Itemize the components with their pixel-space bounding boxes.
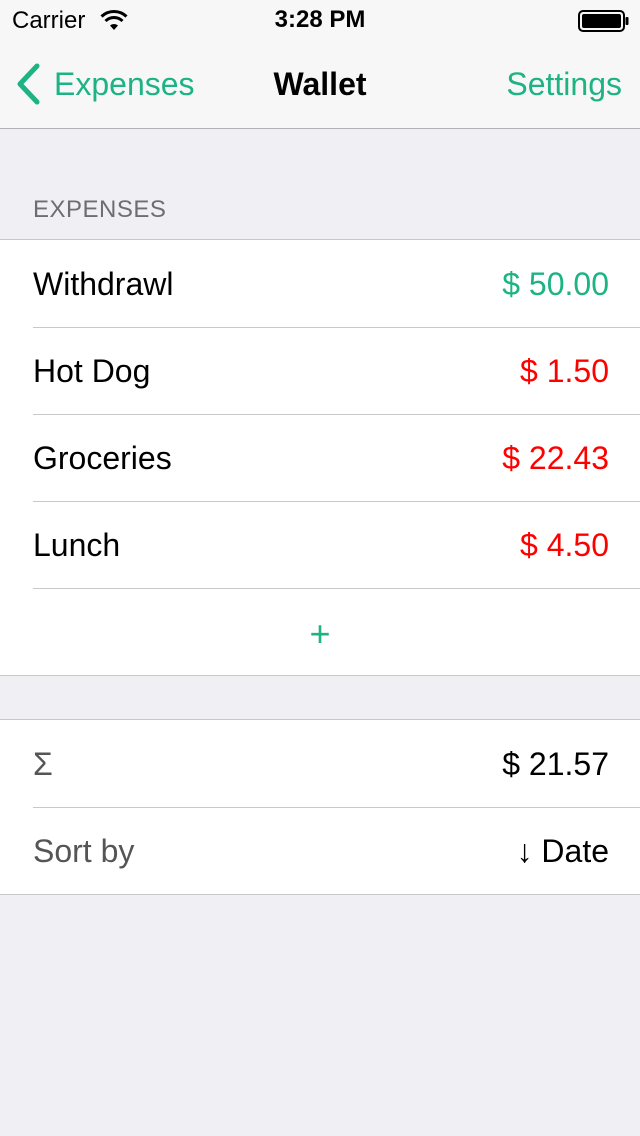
sort-by-value: ↓ Date — [516, 833, 609, 869]
add-icon: + — [309, 613, 331, 654]
navigation-bar: Expenses Wallet Settings — [0, 40, 640, 129]
sort-by-row[interactable]: Sort by ↓ Date — [0, 807, 640, 894]
expense-title: Hot Dog — [33, 353, 151, 389]
section-header-expenses: EXPENSES — [33, 196, 167, 223]
expense-title: Withdrawl — [33, 266, 174, 302]
status-bar: Carrier 3:28 PM — [0, 0, 640, 40]
expense-row[interactable]: Lunch $ 4.50 — [0, 501, 640, 588]
expense-amount: $ 22.43 — [502, 440, 609, 476]
sort-by-label: Sort by — [33, 833, 135, 869]
add-expense-button[interactable]: + — [0, 588, 640, 675]
sum-label: Σ — [33, 746, 53, 782]
settings-button[interactable]: Settings — [506, 66, 622, 102]
sum-row: Σ $ 21.57 — [0, 720, 640, 807]
summary-list: Σ $ 21.57 Sort by ↓ Date — [0, 719, 640, 895]
battery-icon — [578, 10, 629, 32]
expense-title: Groceries — [33, 440, 172, 476]
expense-amount: $ 1.50 — [520, 353, 609, 389]
expenses-list: Withdrawl $ 50.00 Hot Dog $ 1.50 Groceri… — [0, 239, 640, 676]
expense-title: Lunch — [33, 527, 121, 563]
sum-value: $ 21.57 — [502, 746, 609, 782]
expense-row[interactable]: Groceries $ 22.43 — [0, 414, 640, 501]
expense-amount: $ 50.00 — [502, 266, 609, 302]
status-time: 3:28 PM — [274, 6, 366, 33]
expense-amount: $ 4.50 — [520, 527, 609, 563]
expense-row[interactable]: Withdrawl $ 50.00 — [0, 240, 640, 327]
expense-row[interactable]: Hot Dog $ 1.50 — [0, 327, 640, 414]
